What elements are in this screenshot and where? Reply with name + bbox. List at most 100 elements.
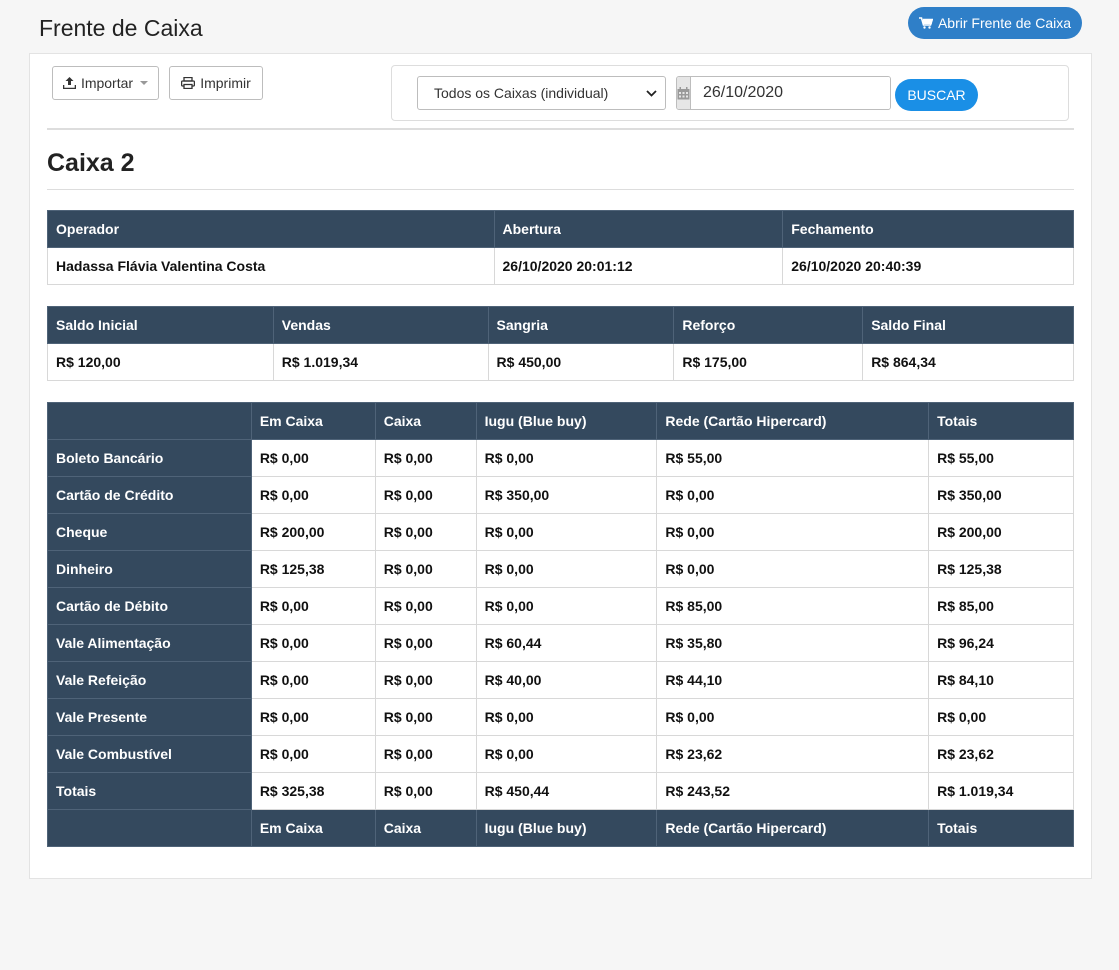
header-closed: Fechamento	[782, 210, 1074, 248]
search-button[interactable]: BUSCAR	[895, 79, 978, 111]
print-button[interactable]: Imprimir	[169, 66, 263, 100]
table-cell: R$ 0,00	[475, 698, 658, 736]
table-cell: R$ 0,00	[250, 587, 376, 625]
cashier-title: Caixa 2	[47, 149, 135, 177]
operator-name: Hadassa Flávia Valentina Costa	[47, 247, 495, 285]
table-cell: R$ 40,00	[475, 661, 658, 699]
table-cell: R$ 0,00	[656, 476, 930, 514]
divider	[47, 189, 1074, 190]
table-cell: R$ 0,00	[250, 476, 376, 514]
table-row: Cheque R$ 200,00 R$ 0,00 R$ 0,00 R$ 0,00 R$ 2…	[47, 513, 1074, 551]
import-label: Importar	[80, 75, 134, 91]
page-title: Frente de Caixa	[39, 15, 203, 41]
table-cell: R$ 350,00	[475, 476, 658, 514]
row-label: Totais	[47, 772, 252, 810]
row-label: Cheque	[47, 513, 252, 551]
table-cell: R$ 0,00	[374, 698, 477, 736]
date-picker[interactable]	[676, 76, 891, 110]
row-label: Vale Presente	[47, 698, 252, 736]
header-em-caixa: Em Caixa	[250, 402, 376, 440]
footer-rede: Rede (Cartão Hipercard)	[656, 809, 930, 847]
table-cell: R$ 1.019,34	[928, 772, 1074, 810]
closed-at: 26/10/2020 20:40:39	[782, 247, 1074, 285]
table-cell: R$ 0,00	[475, 587, 658, 625]
table-row: Boleto Bancário R$ 0,00 R$ 0,00 R$ 0,00 R$ 5…	[47, 439, 1074, 477]
header-final-balance: Saldo Final	[862, 306, 1074, 344]
table-cell: R$ 96,24	[928, 624, 1074, 662]
date-input[interactable]	[691, 77, 890, 109]
main-panel: Importar Imprimir Todos os Caixas (indiv…	[29, 53, 1092, 879]
table-cell: R$ 55,00	[928, 439, 1074, 477]
table-cell: R$ 325,38	[250, 772, 376, 810]
table-cell: R$ 0,00	[475, 735, 658, 773]
header-withdrawal: Sangria	[487, 306, 675, 344]
footer-iugu: Iugu (Blue buy)	[475, 809, 658, 847]
printer-icon	[181, 77, 196, 89]
table-cell: R$ 23,62	[928, 735, 1074, 773]
header-initial-balance: Saldo Inicial	[47, 306, 274, 344]
reinforcement-total: R$ 175,00	[673, 343, 864, 381]
table-cell: R$ 0,00	[374, 661, 477, 699]
table-cell: R$ 200,00	[250, 513, 376, 551]
footer-em-caixa: Em Caixa	[250, 809, 376, 847]
table-cell: R$ 44,10	[656, 661, 930, 699]
footer-totals: Totais	[928, 809, 1074, 847]
table-row: R$ 120,00 R$ 1.019,34 R$ 450,00 R$ 175,0…	[47, 343, 1074, 381]
sales-total: R$ 1.019,34	[272, 343, 489, 381]
row-label: Vale Refeição	[47, 661, 252, 699]
table-cell: R$ 0,00	[374, 772, 477, 810]
table-cell: R$ 200,00	[928, 513, 1074, 551]
row-label: Cartão de Débito	[47, 587, 252, 625]
table-row: Vale Alimentação R$ 0,00 R$ 0,00 R$ 60,44 R$…	[47, 624, 1074, 662]
table-cell: R$ 0,00	[374, 439, 477, 477]
footer-caixa: Caixa	[374, 809, 477, 847]
table-row: Vale Refeição R$ 0,00 R$ 0,00 R$ 40,00 R$ 44…	[47, 661, 1074, 699]
table-cell: R$ 60,44	[475, 624, 658, 662]
table-cell: R$ 35,80	[656, 624, 930, 662]
chevron-down-icon	[646, 89, 657, 97]
table-cell: R$ 0,00	[374, 587, 477, 625]
table-cell: R$ 0,00	[475, 550, 658, 588]
withdrawal-total: R$ 450,00	[487, 343, 675, 381]
initial-balance: R$ 120,00	[47, 343, 274, 381]
table-cell: R$ 0,00	[374, 735, 477, 773]
print-label: Imprimir	[200, 75, 251, 91]
filter-box: Todos os Caixas (individual) BUSCAR	[391, 65, 1069, 121]
table-cell: R$ 125,38	[928, 550, 1074, 588]
header-rede: Rede (Cartão Hipercard)	[656, 402, 930, 440]
table-cell: R$ 23,62	[656, 735, 930, 773]
header-opened: Abertura	[493, 210, 784, 248]
table-cell: R$ 84,10	[928, 661, 1074, 699]
table-row: Totais R$ 325,38 R$ 0,00 R$ 450,44 R$ 243,52…	[47, 772, 1074, 810]
import-button[interactable]: Importar	[52, 66, 159, 100]
table-row: Vale Combustível R$ 0,00 R$ 0,00 R$ 0,00 R$ …	[47, 735, 1074, 773]
table-cell: R$ 450,44	[475, 772, 658, 810]
table-cell: R$ 0,00	[250, 661, 376, 699]
divider	[47, 128, 1074, 130]
table-cell: R$ 85,00	[928, 587, 1074, 625]
header-totals: Totais	[928, 402, 1074, 440]
table-cell: R$ 0,00	[250, 439, 376, 477]
cashier-select[interactable]: Todos os Caixas (individual)	[417, 76, 666, 110]
table-cell: R$ 243,52	[656, 772, 930, 810]
summary-table: Saldo Inicial Vendas Sangria Reforço Sal…	[47, 306, 1074, 381]
table-row: Dinheiro R$ 125,38 R$ 0,00 R$ 0,00 R$ 0,00 R$…	[47, 550, 1074, 588]
table-cell: R$ 0,00	[374, 476, 477, 514]
payments-table: Em Caixa Caixa Iugu (Blue buy) Rede (Car…	[47, 402, 1074, 847]
table-cell: R$ 0,00	[928, 698, 1074, 736]
calendar-icon[interactable]	[677, 77, 691, 109]
opened-at: 26/10/2020 20:01:12	[493, 247, 784, 285]
table-cell: R$ 55,00	[656, 439, 930, 477]
row-label: Vale Alimentação	[47, 624, 252, 662]
header-operator: Operador	[47, 210, 495, 248]
header-iugu: Iugu (Blue buy)	[475, 402, 658, 440]
open-cashier-button[interactable]: Abrir Frente de Caixa	[908, 7, 1082, 39]
open-cashier-label: Abrir Frente de Caixa	[937, 15, 1072, 31]
row-label: Cartão de Crédito	[47, 476, 252, 514]
cart-icon	[918, 17, 933, 29]
table-row: Cartão de Crédito R$ 0,00 R$ 0,00 R$ 350,00…	[47, 476, 1074, 514]
table-cell: R$ 0,00	[374, 513, 477, 551]
header-caixa: Caixa	[374, 402, 477, 440]
table-cell: R$ 0,00	[250, 698, 376, 736]
footer-blank	[47, 809, 252, 847]
